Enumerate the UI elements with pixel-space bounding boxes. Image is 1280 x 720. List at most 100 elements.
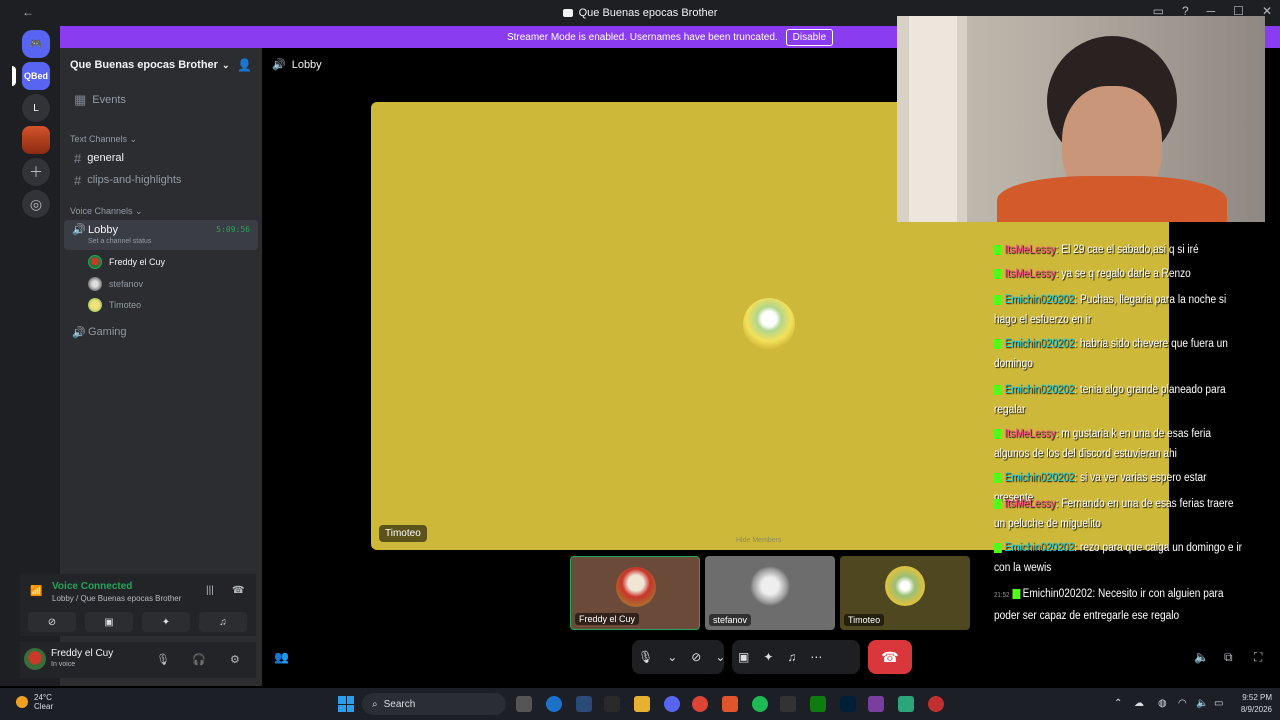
volume-icon[interactable]: 🔈: [1194, 650, 1209, 664]
file-explorer-icon[interactable]: [634, 696, 650, 712]
sun-icon: [16, 696, 28, 708]
tray-chevron-icon[interactable]: ⌃: [1114, 698, 1122, 709]
lobby-timer: 5:09:56: [216, 225, 250, 234]
add-server-icon[interactable]: ＋: [22, 158, 50, 186]
app-red-icon[interactable]: [928, 696, 944, 712]
chat-text: : ya se q regalo darle a Renzo: [1055, 268, 1191, 280]
disable-button[interactable]: Disable: [785, 28, 834, 46]
tray-app-icon[interactable]: ◍: [1158, 698, 1167, 709]
task-view-icon[interactable]: [516, 696, 532, 712]
channel-general[interactable]: # general: [68, 148, 256, 168]
taskbar-search[interactable]: ⌕ Search: [362, 693, 506, 715]
channel-label: Gaming: [88, 326, 127, 338]
clock[interactable]: 9:52 PM 8/9/2026: [1241, 692, 1272, 716]
weather-widget[interactable]: 24°C Clear: [16, 693, 53, 711]
steam-app-icon[interactable]: [604, 696, 620, 712]
microphone-icon[interactable]: 🎙: [156, 653, 170, 666]
settings-gear-icon[interactable]: ⚙: [230, 653, 240, 666]
fullscreen-icon[interactable]: ⛶: [1254, 650, 1262, 665]
soundboard-icon[interactable]: ♫: [787, 650, 796, 664]
screen-share-icon[interactable]: ▣: [738, 650, 749, 664]
streamer-mode-text: Streamer Mode is enabled. Usernames have…: [506, 31, 778, 43]
noise-suppression-icon[interactable]: |||: [206, 585, 214, 596]
volume-tray-icon[interactable]: 🔈: [1196, 698, 1208, 709]
back-arrow-icon[interactable]: ←: [22, 5, 34, 19]
start-button[interactable]: [338, 696, 354, 712]
text-category-label: Text Channels: [70, 134, 128, 144]
obs-icon[interactable]: [868, 696, 884, 712]
voice-channels-category[interactable]: Voice Channels ⌄: [70, 206, 143, 217]
spotify-icon[interactable]: [752, 696, 768, 712]
voice-connected-subtitle[interactable]: Lobby / Que Buenas epocas Brother: [52, 594, 181, 603]
window-title: Que Buenas epocas Brother: [578, 7, 718, 19]
chevron-down-icon[interactable]: ⌄: [715, 650, 725, 664]
explore-icon[interactable]: ◎: [22, 190, 50, 218]
signal-icon[interactable]: 📶: [30, 586, 42, 597]
headphones-icon[interactable]: 🎧: [192, 653, 206, 666]
photoshop-icon[interactable]: [840, 696, 856, 712]
voice-category-label: Voice Channels: [70, 206, 133, 216]
camera-button[interactable]: ⊘: [28, 612, 76, 632]
steam-icon[interactable]: [576, 696, 592, 712]
direct-messages-button[interactable]: 🎮: [22, 30, 50, 58]
user-name[interactable]: Freddy el Cuy: [51, 648, 113, 659]
kick-badge-icon: [994, 294, 1002, 305]
app-h-icon[interactable]: [898, 696, 914, 712]
battery-icon[interactable]: ▭: [1214, 698, 1223, 709]
microphone-icon[interactable]: 🎙: [638, 650, 653, 664]
channel-status[interactable]: Set a channel status: [88, 238, 151, 245]
participant-tile-timoteo[interactable]: Timoteo: [840, 556, 970, 630]
events-item[interactable]: ▦ Events: [68, 90, 256, 110]
disconnect-button[interactable]: ☎: [868, 640, 912, 674]
wifi-icon[interactable]: ◠: [1178, 698, 1187, 709]
chat-message: Emichin020202: tenia algo grande planead…: [994, 380, 1246, 420]
server-qbed[interactable]: QBed: [22, 62, 50, 90]
server-l[interactable]: L: [22, 94, 50, 122]
windows-taskbar: 24°C Clear ⌕ Search ⌃ ☁ ◍ ◠ 🔈 ▭ 9:52 PM …: [0, 688, 1280, 720]
app-icon[interactable]: [722, 696, 738, 712]
disconnect-icon[interactable]: ☎: [232, 585, 244, 596]
edge-icon[interactable]: [546, 696, 562, 712]
kick-badge-icon: [994, 428, 1002, 439]
chat-message: Emichin020202: habria sido chevere que f…: [994, 334, 1246, 374]
invite-people-icon[interactable]: 👤: [237, 58, 252, 72]
tray-cloud-icon[interactable]: ☁: [1134, 698, 1144, 709]
server-header[interactable]: Que Buenas epocas Brother ⌄ 👤: [60, 48, 262, 82]
soundboard-button[interactable]: ♫: [199, 612, 247, 632]
clock-time: 9:52 PM: [1242, 693, 1272, 702]
voice-channel-gaming[interactable]: Gaming: [82, 322, 270, 342]
camera-off-icon[interactable]: ⊘: [691, 650, 701, 664]
discord-icon[interactable]: [664, 696, 680, 712]
more-options-icon[interactable]: ⋯: [810, 650, 822, 664]
server-food[interactable]: [22, 126, 50, 154]
voice-header: 🔊 Lobby: [272, 58, 322, 72]
voice-member-stefanov[interactable]: stefanov: [88, 277, 143, 291]
voice-connected-title[interactable]: Voice Connected: [52, 581, 132, 592]
chat-text: : El 29 cae el sabado,asi q si iré: [1055, 244, 1199, 256]
chrome-icon[interactable]: [692, 696, 708, 712]
activities-button[interactable]: ✦: [142, 612, 190, 632]
voice-member-timoteo[interactable]: Timoteo: [88, 298, 141, 312]
chevron-down-icon[interactable]: ⌄: [667, 650, 677, 664]
chat-username: ItsMeLessy: [1004, 244, 1056, 256]
discord-app-icon: [562, 9, 573, 17]
screen-share-button[interactable]: ▣: [85, 612, 133, 632]
media-icon[interactable]: [780, 696, 796, 712]
voice-member-freddy[interactable]: Freddy el Cuy: [88, 255, 165, 269]
pop-out-icon[interactable]: ⧉: [1224, 650, 1233, 665]
add-people-icon[interactable]: 👥: [274, 650, 289, 664]
xbox-icon[interactable]: [810, 696, 826, 712]
kick-badge-icon: [994, 384, 1002, 395]
kick-badge-icon: [994, 472, 1002, 483]
hide-members-button[interactable]: Hide Members: [736, 537, 782, 544]
channel-clips-and-highlights[interactable]: # clips-and-highlights: [68, 170, 256, 190]
text-channels-category[interactable]: Text Channels ⌄: [70, 134, 137, 145]
participant-tile-stefanov[interactable]: stefanov: [705, 556, 835, 630]
activities-icon[interactable]: ✦: [763, 650, 773, 664]
chat-username: Emichin020202: [1004, 384, 1075, 396]
chat-message: ItsMeLessy: El 29 cae el sabado,asi q si…: [994, 240, 1246, 260]
participant-tile-freddy[interactable]: Freddy el Cuy: [570, 556, 700, 630]
avatar[interactable]: [24, 648, 46, 670]
tile-label: stefanov: [709, 614, 752, 626]
channel-label: clips-and-highlights: [87, 174, 182, 186]
